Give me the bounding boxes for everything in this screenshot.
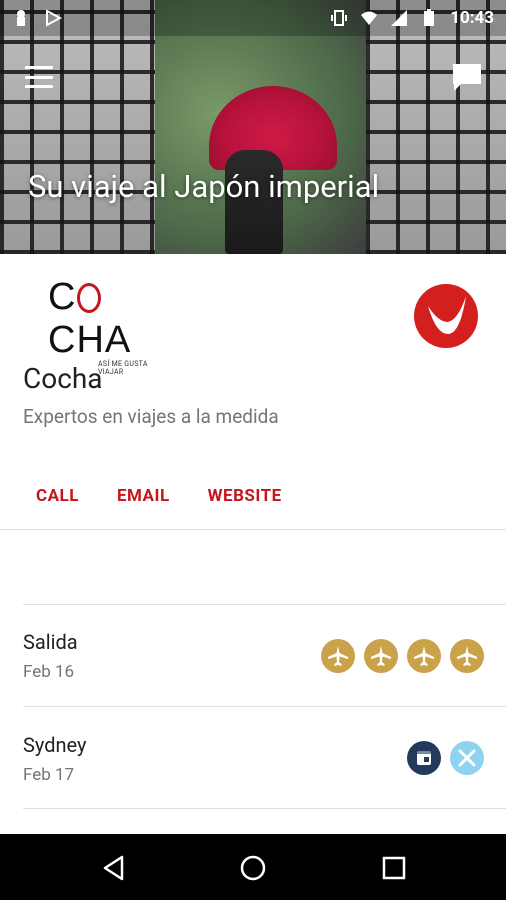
play-store-icon [46, 9, 62, 27]
website-button[interactable]: WEBSITE [208, 486, 282, 506]
hotel-icon [407, 741, 441, 775]
system-nav-bar [0, 834, 506, 900]
hero-banner: 10:43 Su viaje al Japón imperial [0, 0, 506, 254]
contact-actions: CALL EMAIL WEBSITE [36, 486, 282, 506]
brand-swoosh-icon [414, 284, 478, 348]
wifi-icon [361, 11, 378, 25]
list-divider [23, 808, 506, 809]
itinerary-date: Feb 16 [23, 662, 75, 682]
airplane-icon [450, 639, 484, 673]
shoji-screen-right [366, 0, 506, 254]
status-time: 10:43 [450, 8, 494, 28]
logo-o-mark [77, 283, 102, 313]
list-divider [23, 604, 506, 605]
hamburger-menu-icon [25, 66, 53, 69]
shoji-screen-left [0, 0, 155, 254]
notification-icon [17, 10, 25, 26]
section-divider [0, 529, 506, 530]
hero-title: Su viaje al Japón imperial [28, 168, 380, 205]
restaurant-icon [450, 741, 484, 775]
battery-icon [424, 9, 435, 26]
back-icon[interactable] [100, 854, 128, 882]
chat-icon[interactable] [450, 60, 484, 94]
vibrate-icon [331, 10, 348, 26]
recents-icon[interactable] [380, 854, 408, 882]
itinerary-date: Feb 17 [23, 765, 75, 785]
email-button[interactable]: EMAIL [117, 486, 170, 506]
signal-icon [391, 10, 408, 26]
cocha-logo: CCHA ASÍ ME GUSTA VIAJAR [48, 276, 173, 376]
company-name: Cocha [23, 362, 103, 395]
menu-button[interactable] [22, 62, 56, 92]
home-icon[interactable] [239, 854, 267, 882]
logo-tagline: ASÍ ME GUSTA VIAJAR [98, 360, 148, 376]
call-button[interactable]: CALL [36, 486, 79, 506]
airplane-icon [321, 639, 355, 673]
airplane-icon [407, 639, 441, 673]
company-subtitle: Expertos en viajes a la medida [23, 405, 279, 428]
airplane-icon [364, 639, 398, 673]
itinerary-title: Sydney [23, 733, 87, 757]
itinerary-title: Salida [23, 630, 78, 654]
status-bar: 10:43 [0, 0, 506, 36]
logo-wordmark: CCHA [48, 276, 132, 361]
list-divider [23, 706, 506, 707]
